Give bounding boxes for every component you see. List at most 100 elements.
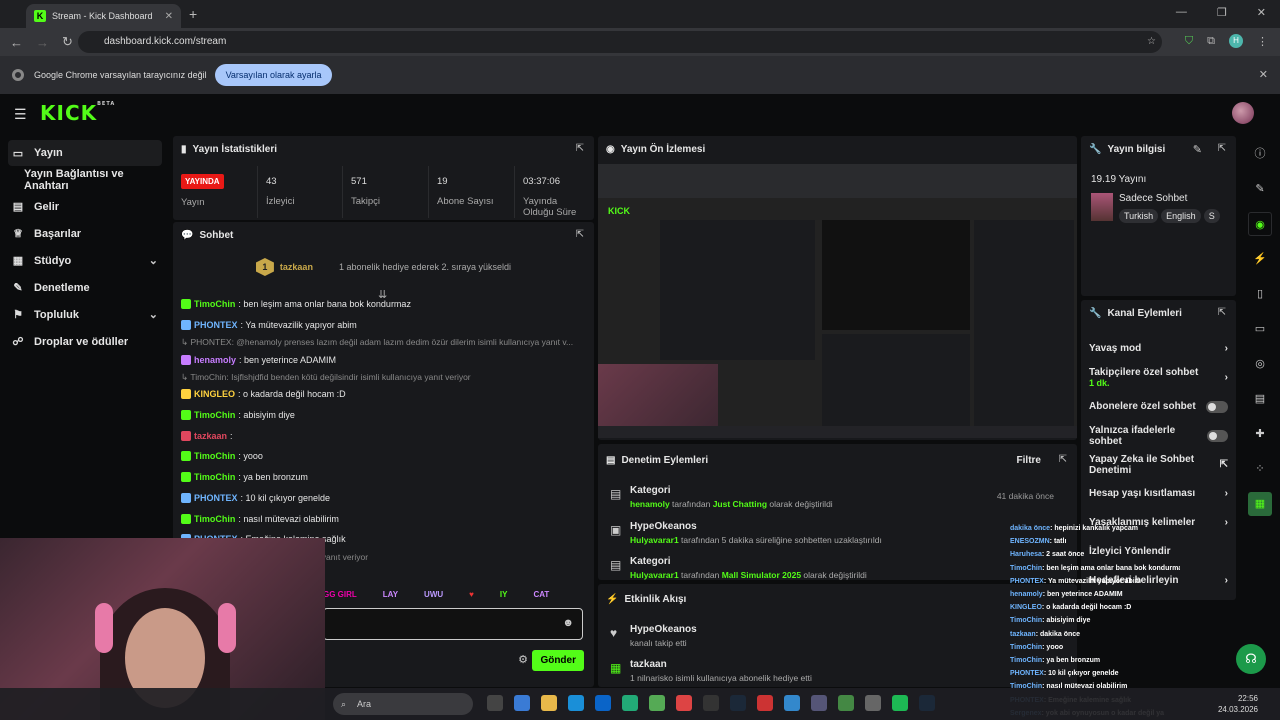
menu-icon[interactable]: ⋮: [1257, 35, 1268, 48]
sidebar-item-revenue[interactable]: ▤ Gelir: [0, 193, 170, 220]
edge-icon[interactable]: [568, 695, 584, 711]
url-input[interactable]: dashboard.kick.com/stream ☆: [78, 31, 1162, 53]
spotify-icon[interactable]: [892, 695, 908, 711]
maximize-icon[interactable]: ❐: [1217, 6, 1227, 19]
extensions-icon[interactable]: ⧉: [1207, 35, 1215, 48]
chat-username[interactable]: TimoChin: [194, 410, 235, 420]
stream-preview-video[interactable]: KICK: [598, 164, 1077, 438]
expand-icon[interactable]: ⇱: [1059, 454, 1067, 465]
set-default-button[interactable]: Varsayılan olarak ayarla: [214, 64, 333, 86]
preview-icon[interactable]: ◉: [1248, 212, 1272, 236]
user-avatar[interactable]: [1232, 102, 1254, 124]
sidebar-item-studio[interactable]: ▦ Stüdyo ⌄: [0, 247, 170, 274]
minimize-icon[interactable]: —: [1176, 6, 1187, 19]
app-icon[interactable]: [811, 695, 827, 711]
chat-username[interactable]: TimoChin: [194, 472, 235, 482]
sidebar-item-drops[interactable]: ☍ Droplar ve ödüller: [0, 328, 170, 355]
sidebar-item-stream[interactable]: ▭ Yayın: [8, 140, 162, 166]
chat-icon[interactable]: ▭: [1248, 317, 1272, 341]
sidebar-item-moderation[interactable]: ✎ Denetleme: [0, 274, 170, 301]
dots-icon[interactable]: ⁘: [1248, 457, 1272, 481]
expand-icon[interactable]: ⇱: [576, 229, 584, 240]
chat-username[interactable]: PHONTEX: [194, 320, 238, 330]
edit-icon[interactable]: ✎: [1193, 143, 1202, 156]
ai-moderation-option[interactable]: Yapay Zeka ile Sohbet Denetimi ⇱: [1081, 450, 1236, 479]
clock[interactable]: 22:56 24.03.2026: [1218, 693, 1258, 715]
gear-icon[interactable]: ⚙: [518, 653, 528, 666]
sidebar-item-achievements[interactable]: ♕ Başarılar: [0, 220, 170, 247]
preview-icon: ◉: [606, 144, 615, 155]
followers-only-option[interactable]: Takipçilere özel sohbet 1 dk. ›: [1081, 363, 1236, 392]
preview-title: ◉ Yayın Ön İzlemesi: [606, 144, 706, 155]
outlook-icon[interactable]: [595, 695, 611, 711]
browser-tab[interactable]: K Stream - Kick Dashboard ✕: [26, 4, 181, 28]
chat-username[interactable]: tazkaan: [194, 431, 227, 441]
new-tab-icon[interactable]: +: [189, 6, 197, 22]
support-icon[interactable]: ☊: [1236, 644, 1266, 674]
chat-username[interactable]: henamoly: [194, 355, 236, 365]
toggle-switch[interactable]: [1206, 429, 1228, 442]
forward-icon[interactable]: →: [36, 35, 52, 50]
list-icon[interactable]: ▤: [1248, 387, 1272, 411]
reload-icon[interactable]: ↻: [62, 34, 78, 50]
bolt-icon[interactable]: ⚡: [1248, 247, 1272, 271]
filter-button[interactable]: Filtre: [1017, 455, 1041, 466]
kick-logo[interactable]: KICKBETA: [40, 101, 115, 125]
emote[interactable]: UWU: [424, 590, 443, 599]
back-icon[interactable]: ←: [10, 35, 26, 50]
emote[interactable]: IY: [500, 590, 508, 599]
spotify-icon[interactable]: [649, 695, 665, 711]
close-tab-icon[interactable]: ✕: [165, 11, 173, 22]
emote[interactable]: GG GIRL: [323, 590, 357, 599]
task-view-icon[interactable]: [487, 695, 503, 711]
viewer-count: 43: [266, 176, 277, 187]
overlay-username: KINGLEO: [1010, 604, 1042, 612]
taskbar-search[interactable]: ⌕ Ara: [333, 693, 473, 715]
emote[interactable]: CAT: [533, 590, 549, 599]
emote[interactable]: ♥: [469, 590, 474, 599]
emoji-icon[interactable]: ☻: [562, 617, 574, 629]
copilot-icon[interactable]: [514, 695, 530, 711]
folder-icon[interactable]: [541, 695, 557, 711]
app-icon[interactable]: [757, 695, 773, 711]
sidebar-item-community[interactable]: ⚑ Topluluk ⌄: [0, 301, 170, 328]
expand-icon[interactable]: ⇱: [1218, 143, 1226, 154]
steam-icon[interactable]: [919, 695, 935, 711]
hamburger-icon[interactable]: ☰: [14, 106, 27, 123]
chat-username[interactable]: TimoChin: [194, 299, 235, 309]
send-button[interactable]: Gönder: [532, 650, 584, 671]
chevron-right-icon: ›: [1224, 488, 1228, 499]
app-icon[interactable]: ▦: [1248, 492, 1272, 516]
edit-icon[interactable]: ✎: [1248, 177, 1272, 201]
chat-username[interactable]: KINGLEO: [194, 389, 235, 399]
epic-icon[interactable]: [703, 695, 719, 711]
obs-icon[interactable]: [865, 695, 881, 711]
app-icon[interactable]: [838, 695, 854, 711]
bookmark-star-icon[interactable]: ☆: [1147, 31, 1156, 53]
slow-mode-option[interactable]: Yavaş mod ›: [1081, 334, 1236, 363]
chat-username[interactable]: TimoChin: [194, 451, 235, 461]
emote[interactable]: LAY: [383, 590, 398, 599]
chat-username[interactable]: TimoChin: [194, 514, 235, 524]
steam-icon[interactable]: [730, 695, 746, 711]
close-window-icon[interactable]: ✕: [1257, 6, 1266, 19]
expand-icon[interactable]: ⇱: [576, 143, 584, 154]
account-age-option[interactable]: Hesap yaşı kısıtlaması ›: [1081, 479, 1236, 508]
chat-input[interactable]: ☻: [323, 608, 583, 640]
extension-shield-icon[interactable]: ⛉: [1185, 35, 1193, 48]
info-icon[interactable]: ⓘ: [1248, 142, 1272, 166]
sidebar-item-stream-key[interactable]: Yayın Bağlantısı ve Anahtarı: [0, 166, 170, 193]
chrome-icon[interactable]: [676, 695, 692, 711]
broadcast-icon[interactable]: ◎: [1248, 352, 1272, 376]
chat-username[interactable]: PHONTEX: [194, 493, 238, 503]
wrench-icon[interactable]: ✚: [1248, 422, 1272, 446]
viewer-label: İzleyici: [266, 196, 295, 207]
profile-avatar[interactable]: H: [1229, 34, 1243, 48]
document-icon[interactable]: ▯: [1248, 282, 1272, 306]
close-infobar-icon[interactable]: ✕: [1259, 68, 1268, 81]
chat-text: : ya ben bronzum: [238, 472, 308, 483]
app-icon[interactable]: [784, 695, 800, 711]
app-icon[interactable]: [622, 695, 638, 711]
expand-icon[interactable]: ⇱: [1218, 307, 1226, 318]
toggle-switch[interactable]: [1206, 400, 1228, 413]
